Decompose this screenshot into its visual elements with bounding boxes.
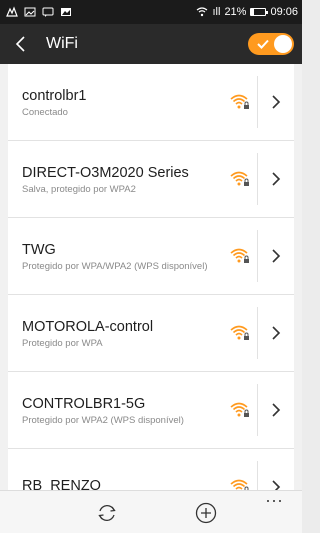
wifi-locked-icon <box>230 478 250 490</box>
refresh-icon[interactable] <box>95 501 119 525</box>
chevron-right-icon[interactable] <box>270 171 282 187</box>
wifi-signal-icon <box>196 6 208 18</box>
image-notification-icon <box>24 6 36 18</box>
more-icon[interactable]: ··· <box>262 491 286 509</box>
wifi-locked-icon <box>230 401 250 419</box>
wifi-locked-icon <box>230 324 250 342</box>
network-name: RB_RENZO <box>22 478 101 490</box>
battery-icon <box>250 8 269 16</box>
network-name: MOTOROLA-control <box>22 318 154 335</box>
network-status: Protegido por WPA/WPA2 (WPS disponível) <box>22 260 208 272</box>
network-text: TWG Protegido por WPA/WPA2 (WPS disponív… <box>22 218 212 294</box>
wifi-locked-icon <box>230 93 250 111</box>
network-status: Salva, protegido por WPA2 <box>22 183 136 195</box>
network-item-0[interactable]: controlbr1 Conectado <box>8 64 294 141</box>
item-divider <box>257 307 258 359</box>
network-text: DIRECT-O3M2020 Series Salva, protegido p… <box>22 141 212 217</box>
network-status: Protegido por WPA <box>22 337 103 349</box>
clock: 09:06 <box>270 6 298 18</box>
status-bar: ıll 21% 09:06 <box>0 0 302 24</box>
back-arrow-icon[interactable] <box>14 35 32 53</box>
system-status: ıll 21% 09:06 <box>196 6 298 18</box>
network-name: TWG <box>22 241 56 258</box>
item-divider <box>257 461 258 490</box>
bottom-bar: ··· <box>0 490 302 533</box>
network-name: DIRECT-O3M2020 Series <box>22 164 189 181</box>
network-item-5[interactable]: RB_RENZO <box>8 449 294 490</box>
chevron-right-icon[interactable] <box>270 325 282 341</box>
network-item-1[interactable]: DIRECT-O3M2020 Series Salva, protegido p… <box>8 141 294 218</box>
wifi-locked-icon <box>230 170 250 188</box>
page-title: WiFi <box>46 35 78 52</box>
notification-icons <box>6 6 72 18</box>
wifi-locked-icon <box>230 247 250 265</box>
network-name: CONTROLBR1-5G <box>22 395 146 412</box>
network-text: CONTROLBR1-5G Protegido por WPA2 (WPS di… <box>22 372 212 448</box>
network-text: MOTOROLA-control Protegido por WPA <box>22 295 212 371</box>
network-item-3[interactable]: MOTOROLA-control Protegido por WPA <box>8 295 294 372</box>
network-name: controlbr1 <box>22 87 87 104</box>
network-text: controlbr1 Conectado <box>22 64 212 140</box>
wifi-toggle[interactable] <box>248 33 294 55</box>
chevron-right-icon[interactable] <box>270 479 282 490</box>
cell-signal-icon: ıll <box>212 6 221 18</box>
chevron-right-icon[interactable] <box>270 94 282 110</box>
message-notification-icon <box>42 6 54 18</box>
app-header: WiFi <box>0 24 302 64</box>
network-status: Protegido por WPA2 (WPS disponível) <box>22 414 184 426</box>
add-circle-icon[interactable] <box>194 501 218 525</box>
chevron-right-icon[interactable] <box>270 248 282 264</box>
gallery-notification-icon <box>60 6 72 18</box>
app-notification-icon <box>6 6 18 18</box>
check-icon <box>257 39 269 49</box>
wifi-settings-screen: ıll 21% 09:06 WiFi controlbr1 Conectado <box>0 0 302 533</box>
item-divider <box>257 76 258 128</box>
item-divider <box>257 153 258 205</box>
network-list: controlbr1 Conectado DIRECT-O3M2020 Seri… <box>8 64 294 490</box>
item-divider <box>257 230 258 282</box>
network-item-2[interactable]: TWG Protegido por WPA/WPA2 (WPS disponív… <box>8 218 294 295</box>
chevron-right-icon[interactable] <box>270 402 282 418</box>
battery-percent: 21% <box>224 6 247 18</box>
network-item-4[interactable]: CONTROLBR1-5G Protegido por WPA2 (WPS di… <box>8 372 294 449</box>
network-text: RB_RENZO <box>22 449 212 490</box>
toggle-knob <box>274 35 292 53</box>
item-divider <box>257 384 258 436</box>
network-status: Conectado <box>22 106 68 118</box>
